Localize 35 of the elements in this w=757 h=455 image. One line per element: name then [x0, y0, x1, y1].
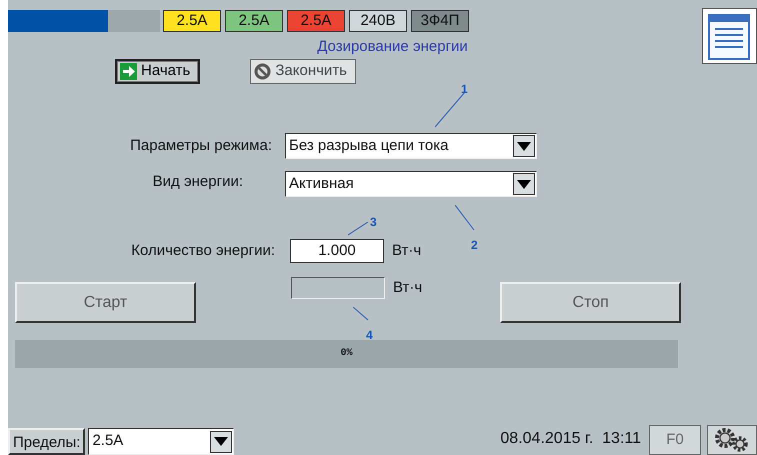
action-button[interactable]: Начать [115, 59, 200, 84]
field-label: Параметры режима: [129, 136, 272, 156]
callout-number: 1 [461, 81, 468, 98]
callout-number: 2 [471, 237, 478, 254]
limits-dropdown[interactable]: 2.5A [88, 428, 234, 455]
dropdown[interactable]: Без разрыва цепи тока [285, 133, 537, 159]
gears-icon[interactable] [707, 425, 757, 455]
arrow-icon [120, 63, 137, 80]
unit-label: Вт·ч [393, 278, 422, 298]
indicator: 2.5A [287, 10, 345, 32]
document-icon[interactable] [702, 8, 757, 64]
dropdown-value: Активная [289, 174, 354, 194]
dropdown-value: 2.5A [92, 431, 124, 452]
progress-percent: 0% [340, 347, 352, 361]
indicator: 3Ф4П [411, 10, 469, 32]
date-time: 08.04.2015 г. 13:11 [500, 429, 641, 449]
unit-label: Вт·ч [392, 240, 422, 261]
energy-amount-field[interactable]: 1.000 [290, 239, 384, 263]
indicator: 2.5A [163, 10, 221, 32]
callout-number: 4 [366, 327, 373, 344]
indicator: 2.5A [225, 10, 283, 32]
dropdown-value: Без разрыва цепи тока [289, 136, 448, 156]
limits-label: Пределы: [8, 428, 86, 455]
indicator: 240B [349, 10, 407, 32]
leader-line [455, 205, 475, 231]
field-label: Количество энергии: [130, 240, 275, 261]
prohibited-icon [254, 63, 272, 80]
screen-title: Дозирование энергии [316, 37, 469, 57]
leader-line [435, 92, 466, 128]
leader-line [353, 307, 369, 321]
dropdown[interactable]: Активная [285, 171, 537, 197]
function-button[interactable]: F0 [649, 425, 701, 455]
callout-number: 3 [370, 214, 377, 231]
leader-line [348, 222, 369, 236]
field-label: Вид энергии: [152, 172, 243, 192]
